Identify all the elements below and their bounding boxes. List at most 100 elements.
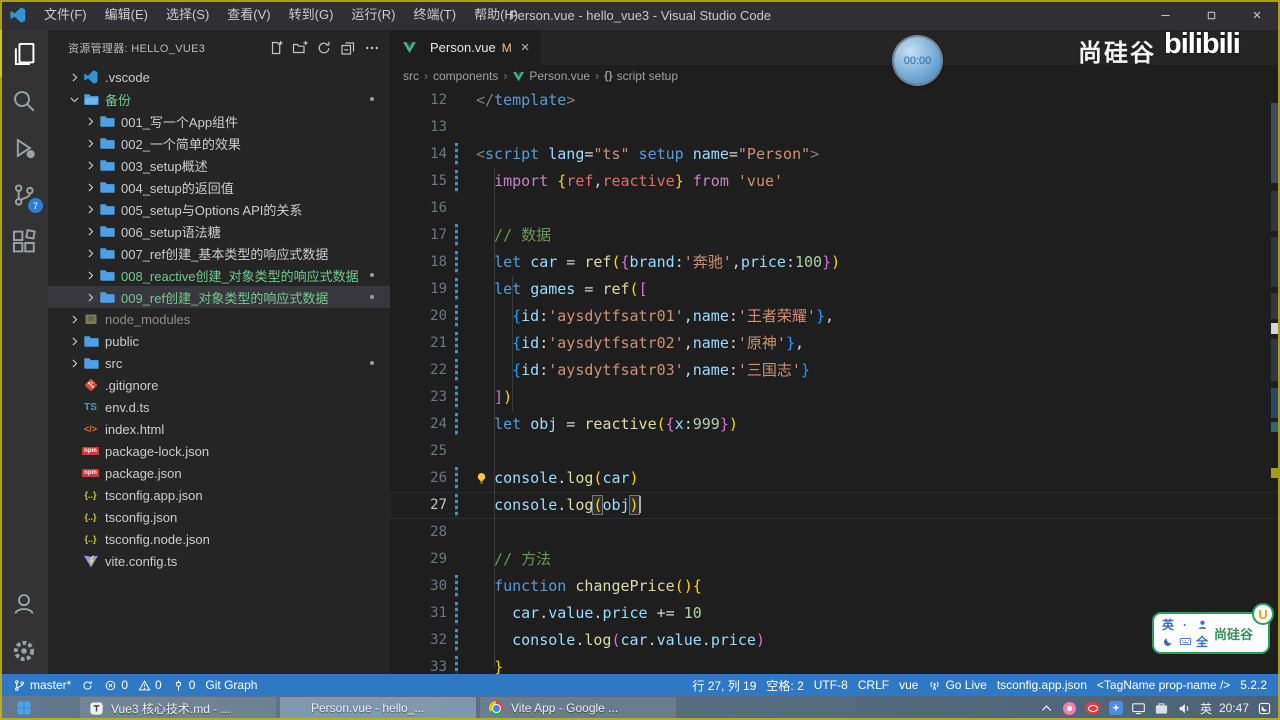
red-app-icon[interactable] <box>1085 700 1101 716</box>
tree-item[interactable]: <​/>index.html <box>48 418 390 440</box>
status-item[interactable]: 空格: 2 <box>761 677 808 694</box>
status-item[interactable]: Go Live <box>923 677 991 694</box>
lightbulb-icon[interactable] <box>474 471 489 486</box>
keyboard-icon[interactable] <box>1179 635 1192 648</box>
minimize-button[interactable] <box>1142 0 1188 30</box>
code-line[interactable]: 27 console.log(obj) <box>390 492 1280 519</box>
menu-item[interactable]: 查看(V) <box>218 0 279 30</box>
tree-item[interactable]: .vscode <box>48 66 390 88</box>
code-line[interactable]: 15 import {ref,reactive} from 'vue' <box>390 168 1280 195</box>
tree-item[interactable]: public <box>48 330 390 352</box>
activity-explorer[interactable] <box>0 30 48 77</box>
maximize-button[interactable] <box>1188 0 1234 30</box>
status-item[interactable]: Git Graph <box>200 678 262 692</box>
code-line[interactable]: 30 function changePrice(){ <box>390 573 1280 600</box>
status-item[interactable]: <TagName prop-name /> <box>1092 677 1235 694</box>
code-line[interactable]: 17 // 数据 <box>390 222 1280 249</box>
moon-icon[interactable] <box>1162 635 1175 648</box>
activity-source-control[interactable]: 7 <box>0 171 48 218</box>
code-line[interactable]: 23 ]) <box>390 384 1280 411</box>
code-line[interactable]: 13 <box>390 114 1280 141</box>
taskbar-app[interactable]: Vite App - Google ... <box>480 697 676 719</box>
code-line[interactable]: 33 } <box>390 654 1280 674</box>
collapse-all-icon[interactable] <box>340 40 356 56</box>
code-line[interactable]: 12</template> <box>390 87 1280 114</box>
code-line[interactable]: 32 console.log(car.value.price) <box>390 627 1280 654</box>
tree-item[interactable]: {..}tsconfig.app.json <box>48 484 390 506</box>
tree-item[interactable]: .gitignore <box>48 374 390 396</box>
tree-item[interactable]: {..}tsconfig.node.json <box>48 528 390 550</box>
status-item[interactable]: 0 <box>167 678 201 692</box>
menu-item[interactable]: 编辑(E) <box>96 0 157 30</box>
new-folder-icon[interactable] <box>292 40 308 56</box>
menu-item[interactable]: 运行(R) <box>342 0 404 30</box>
tree-item[interactable]: npmpackage-lock.json <box>48 440 390 462</box>
taskbar-app[interactable]: Vue3 核心技术.md - ... <box>80 697 276 719</box>
code-area[interactable]: 12</template>1314<script lang="ts" setup… <box>390 87 1280 674</box>
tray-text[interactable]: 20:47 <box>1219 700 1249 716</box>
close-button[interactable]: × <box>1234 0 1280 30</box>
status-item[interactable]: CRLF <box>853 677 894 694</box>
code-line[interactable]: 29 // 方法 <box>390 546 1280 573</box>
activity-account[interactable] <box>0 580 48 627</box>
ime-lang-label[interactable]: 英 <box>1162 616 1174 633</box>
code-line[interactable]: 21 {id:'aysdytfsatr02',name:'原神'}, <box>390 330 1280 357</box>
code-line[interactable]: 14<script lang="ts" setup name="Person"> <box>390 141 1280 168</box>
tree-item[interactable]: 004_setup的返回值 <box>48 176 390 198</box>
code-line[interactable]: 31 car.value.price += 10 <box>390 600 1280 627</box>
code-line[interactable]: 26 console.log(car) <box>390 465 1280 492</box>
code-line[interactable]: 22 {id:'aysdytfsatr03',name:'三国志'} <box>390 357 1280 384</box>
status-item[interactable]: 0 <box>99 678 133 692</box>
breadcrumb-item[interactable]: src <box>403 69 419 83</box>
taskbar-app[interactable]: Person.vue - hello_... <box>280 697 476 719</box>
tree-item[interactable]: 002_一个简单的效果 <box>48 132 390 154</box>
status-item[interactable]: UTF-8 <box>809 677 853 694</box>
status-item[interactable]: vue <box>894 677 923 694</box>
code-line[interactable]: 28 <box>390 519 1280 546</box>
tree-item[interactable]: node_modules <box>48 308 390 330</box>
person-icon[interactable] <box>1196 618 1209 631</box>
tree-item[interactable]: 005_setup与Options API的关系 <box>48 198 390 220</box>
bag-icon[interactable] <box>1154 700 1170 716</box>
tree-item[interactable]: 007_ref创建_基本类型的响应式数据 <box>48 242 390 264</box>
tree-item[interactable]: 003_setup概述 <box>48 154 390 176</box>
status-item[interactable]: 行 27, 列 19 <box>687 677 761 694</box>
tree-item[interactable]: 001_写一个App组件 <box>48 110 390 132</box>
activity-settings[interactable] <box>0 627 48 674</box>
tree-item[interactable]: src <box>48 352 390 374</box>
ime-mode-label[interactable]: 全 <box>1196 633 1208 650</box>
tray-text[interactable]: 英 <box>1200 700 1212 716</box>
code-line[interactable]: 18 let car = ref({brand:'奔驰',price:100}) <box>390 249 1280 276</box>
breadcrumb-item[interactable]: {}script setup <box>604 69 678 83</box>
tab-close-icon[interactable]: × <box>521 40 530 55</box>
breadcrumb-item[interactable]: components <box>433 69 498 83</box>
code-line[interactable]: 19 let games = ref([ <box>390 276 1280 303</box>
tree-item[interactable]: {..}tsconfig.json <box>48 506 390 528</box>
status-item[interactable]: 5.2.2 <box>1235 677 1272 694</box>
code-line[interactable]: 24 let obj = reactive({x:999}) <box>390 411 1280 438</box>
activity-extensions[interactable] <box>0 218 48 265</box>
notification-icon[interactable] <box>1256 700 1272 716</box>
tree-item[interactable]: 008_reactive创建_对象类型的响应式数据 <box>48 264 390 286</box>
refresh-icon[interactable] <box>316 40 332 56</box>
monitor-icon[interactable] <box>1131 700 1147 716</box>
flower-icon[interactable] <box>1062 700 1078 716</box>
status-item[interactable] <box>76 678 99 692</box>
tree-item[interactable]: 009_ref创建_对象类型的响应式数据 <box>48 286 390 308</box>
tab-person-vue[interactable]: Person.vue M × <box>390 30 541 65</box>
activity-run-debug[interactable] <box>0 124 48 171</box>
menu-item[interactable]: 选择(S) <box>157 0 218 30</box>
tree-item[interactable]: 006_setup语法糖 <box>48 220 390 242</box>
ime-dot[interactable]: · <box>1183 618 1187 632</box>
blue-app-icon[interactable]: ✦ <box>1108 700 1124 716</box>
more-icon[interactable] <box>364 40 380 56</box>
menu-item[interactable]: 转到(G) <box>280 0 343 30</box>
code-line[interactable]: 16 <box>390 195 1280 222</box>
status-item[interactable]: 0 <box>133 678 167 692</box>
menu-item[interactable]: 终端(T) <box>404 0 465 30</box>
tree-item[interactable]: TSenv.d.ts <box>48 396 390 418</box>
chevron-up-icon[interactable] <box>1039 700 1055 716</box>
ime-toolbar[interactable]: 英·全 尚硅谷 U <box>1152 612 1270 654</box>
breadcrumb-item[interactable]: Person.vue <box>512 69 590 83</box>
tree-item[interactable]: 备份 <box>48 88 390 110</box>
